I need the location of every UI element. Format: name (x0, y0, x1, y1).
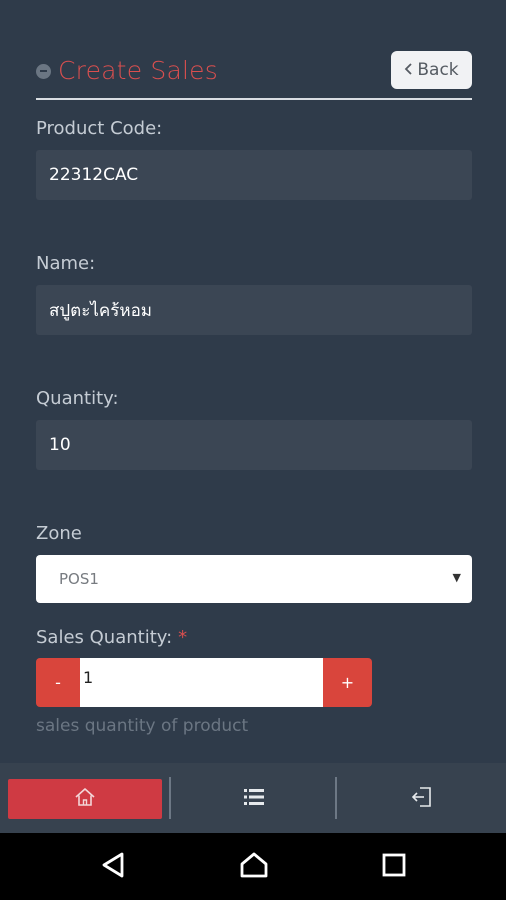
nav-home-button[interactable] (8, 779, 162, 819)
bottom-navigation (0, 763, 506, 833)
product-code-label: Product Code: (36, 118, 163, 139)
product-code-value: 22312CAC (49, 165, 139, 185)
system-navigation-bar (0, 833, 506, 900)
increment-button[interactable]: + (323, 658, 372, 707)
sales-quantity-stepper: - 1 + (36, 658, 372, 707)
required-mark: * (178, 627, 188, 648)
caret-down-icon: ▼ (452, 571, 461, 584)
minus-circle-icon (36, 63, 51, 79)
sales-quantity-label-wrap: Sales Quantity: * (36, 627, 187, 648)
list-icon (243, 788, 265, 810)
system-recents-button[interactable] (378, 851, 410, 883)
sales-quantity-input[interactable]: 1 (80, 658, 323, 707)
nav-list-button[interactable] (171, 779, 337, 819)
zone-label: Zone (36, 523, 82, 544)
quantity-label: Quantity: (36, 388, 119, 409)
system-home-button[interactable] (238, 851, 270, 883)
back-button[interactable]: Back (391, 51, 472, 89)
recents-icon (381, 852, 407, 882)
back-button-label: Back (417, 60, 459, 80)
page-title: Create Sales (58, 55, 218, 85)
zone-selected-value: POS1 (59, 570, 99, 588)
name-label: Name: (36, 253, 96, 274)
chevron-left-icon (404, 62, 413, 78)
name-value: สปูตะไคร้หอม (49, 300, 153, 321)
home-icon (74, 787, 96, 811)
home-icon (239, 851, 269, 883)
name-field[interactable]: สปูตะไคร้หอม (36, 285, 472, 335)
back-icon (100, 851, 126, 883)
nav-logout-button[interactable] (337, 779, 506, 819)
quantity-value: 10 (49, 435, 71, 455)
title-wrap: Create Sales (36, 55, 218, 85)
product-code-field[interactable]: 22312CAC (36, 150, 472, 200)
page-header: Create Sales Back (36, 50, 472, 100)
quantity-field[interactable]: 10 (36, 420, 472, 470)
decrement-button[interactable]: - (36, 658, 80, 707)
system-back-button[interactable] (97, 851, 129, 883)
create-sales-screen: Create Sales Back Product Code: 22312CAC… (0, 0, 506, 763)
sales-quantity-help: sales quantity of product (36, 716, 249, 736)
logout-icon (411, 786, 433, 812)
zone-select[interactable]: POS1 ▼ (36, 555, 472, 603)
sales-quantity-label: Sales Quantity: (36, 627, 173, 648)
